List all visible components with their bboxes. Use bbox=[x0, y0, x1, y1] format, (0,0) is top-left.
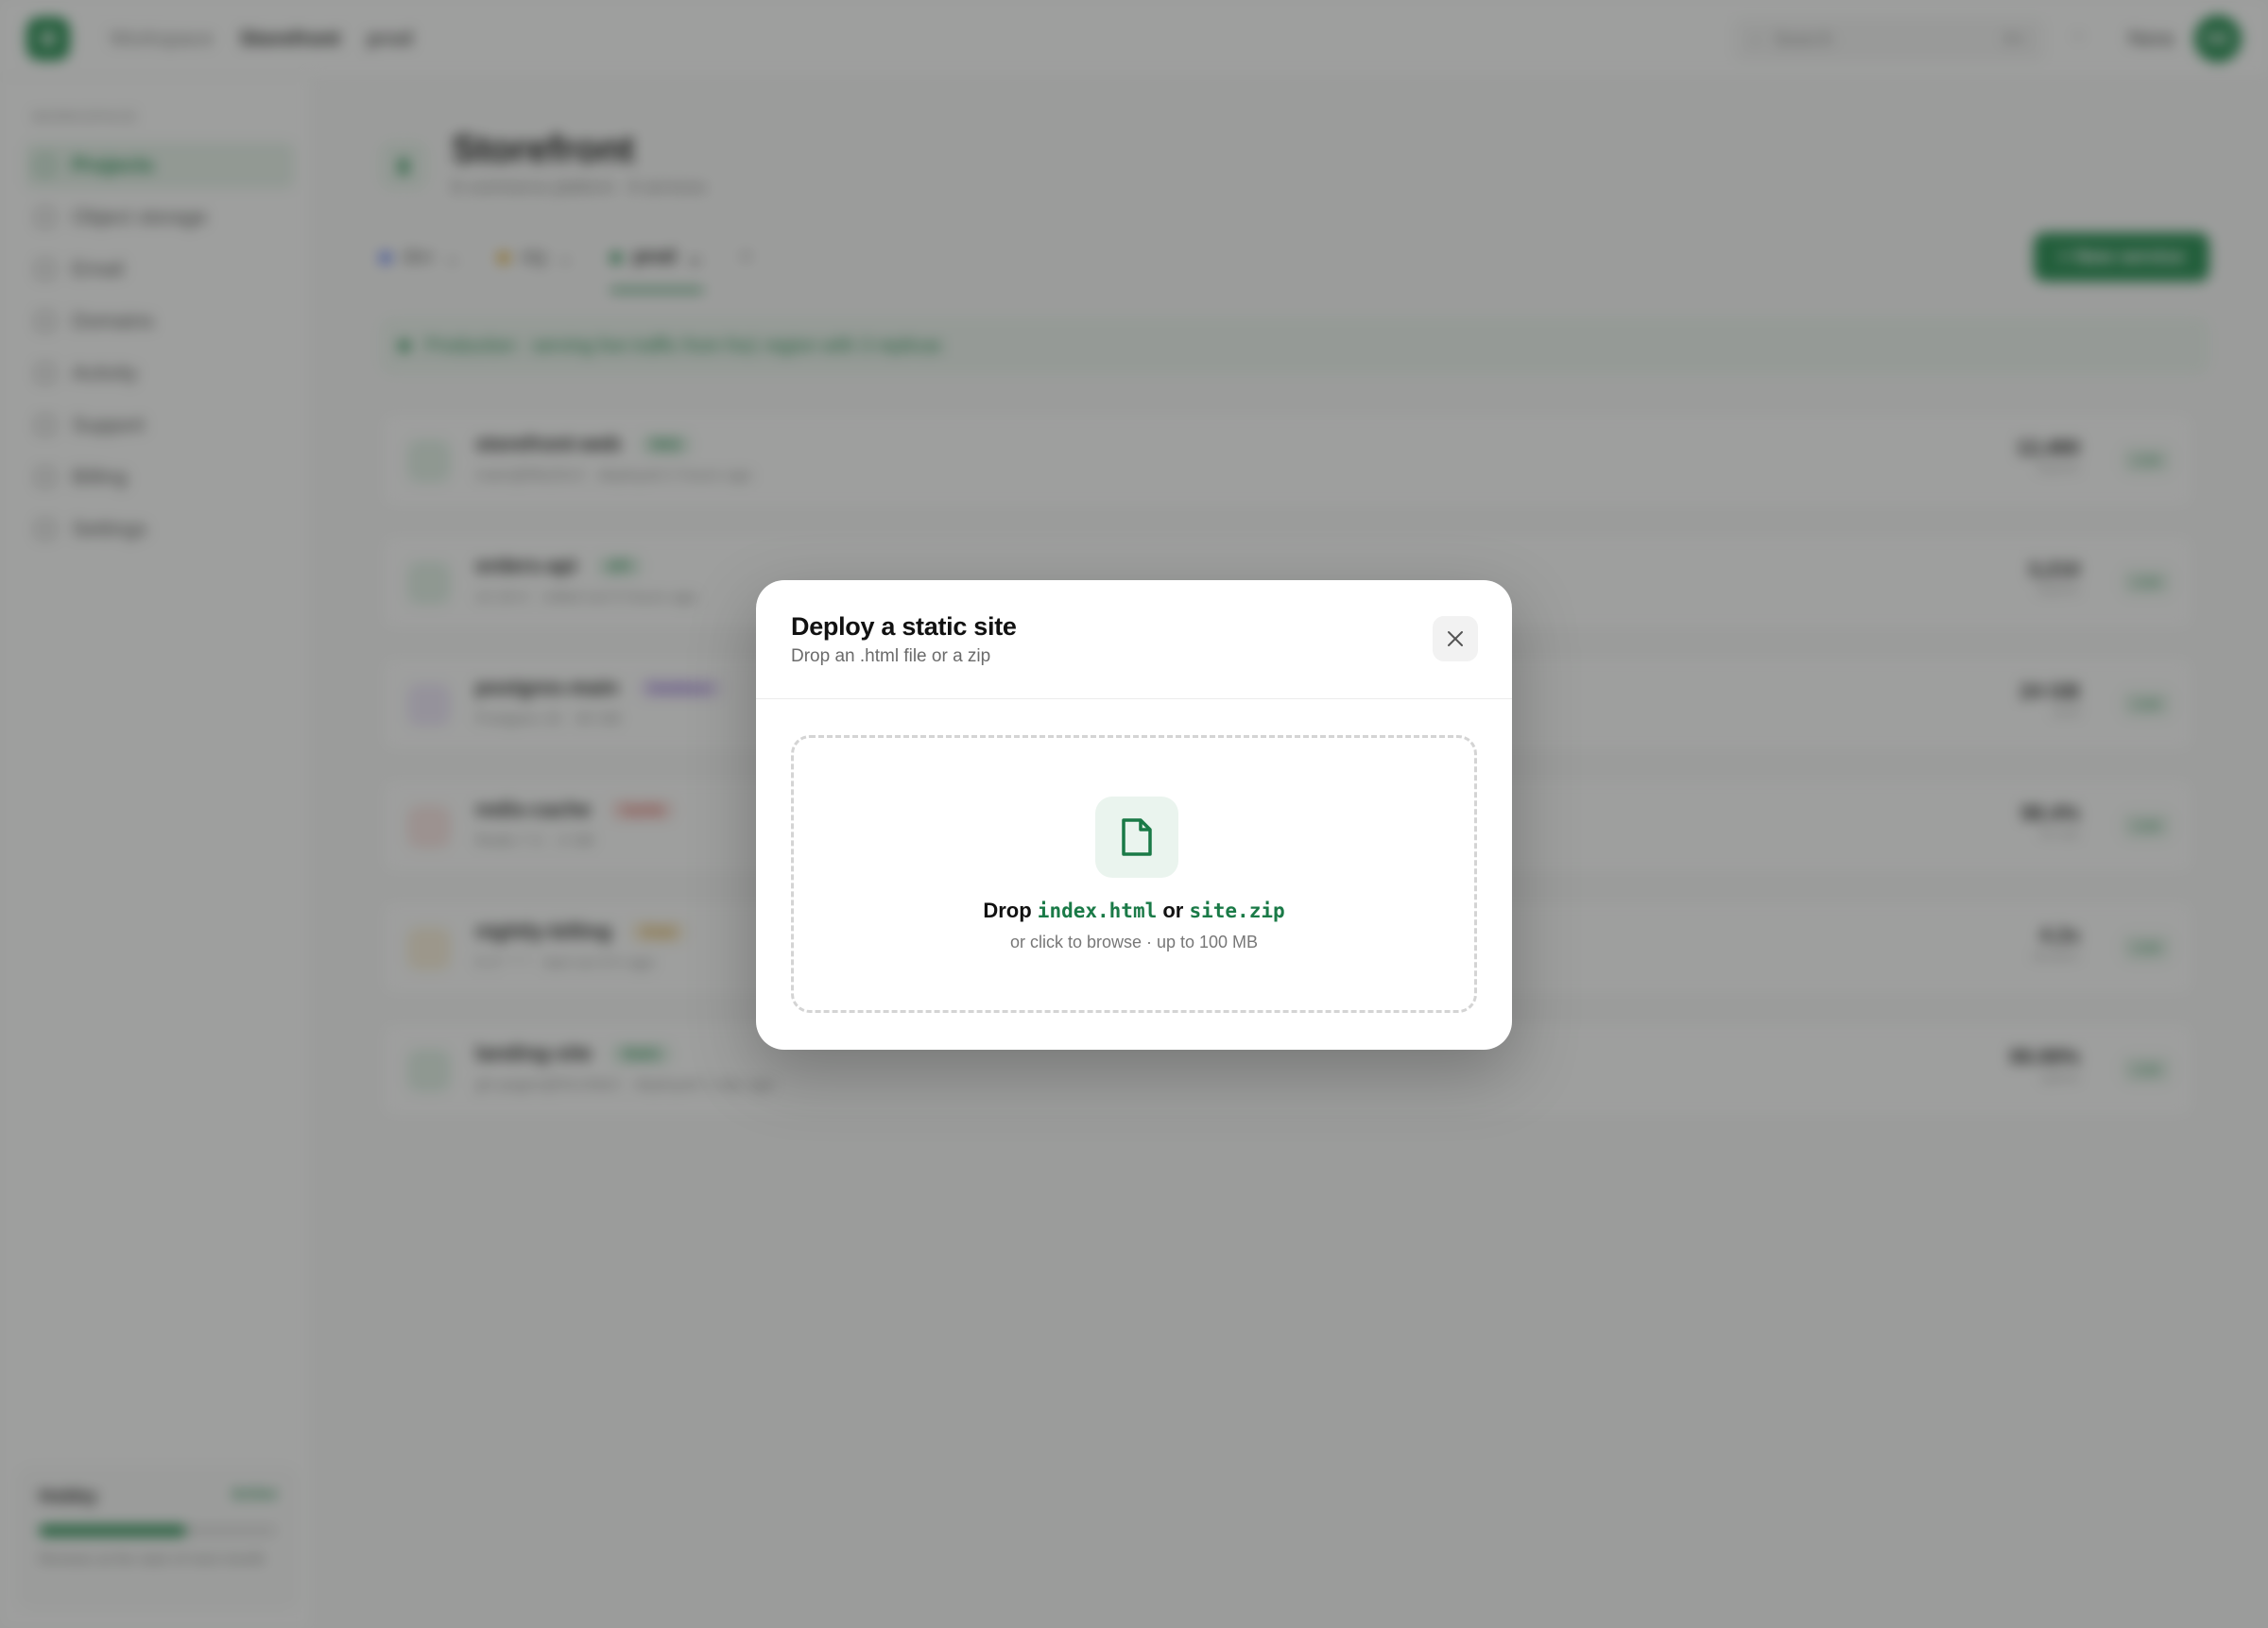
drop-instruction: Drop index.html or site.zip bbox=[794, 899, 1474, 923]
dialog-header: Deploy a static site Drop an .html file … bbox=[756, 580, 1512, 699]
deploy-static-site-dialog: Deploy a static site Drop an .html file … bbox=[756, 580, 1512, 1050]
file-icon bbox=[1095, 797, 1178, 878]
drop-or: or bbox=[1162, 899, 1184, 922]
dialog-subtitle: Drop an .html file or a zip bbox=[791, 646, 991, 666]
html-filename: index.html bbox=[1037, 900, 1158, 922]
zip-filename: site.zip bbox=[1189, 900, 1285, 922]
close-button[interactable] bbox=[1433, 616, 1478, 661]
drop-prefix: Drop bbox=[983, 899, 1032, 922]
dialog-title: Deploy a static site bbox=[791, 612, 1017, 641]
file-dropzone[interactable]: Drop index.html or site.zip or click to … bbox=[791, 735, 1477, 1013]
drop-hint: or click to browse · up to 100 MB bbox=[1009, 933, 1259, 951]
close-icon bbox=[1448, 631, 1463, 646]
